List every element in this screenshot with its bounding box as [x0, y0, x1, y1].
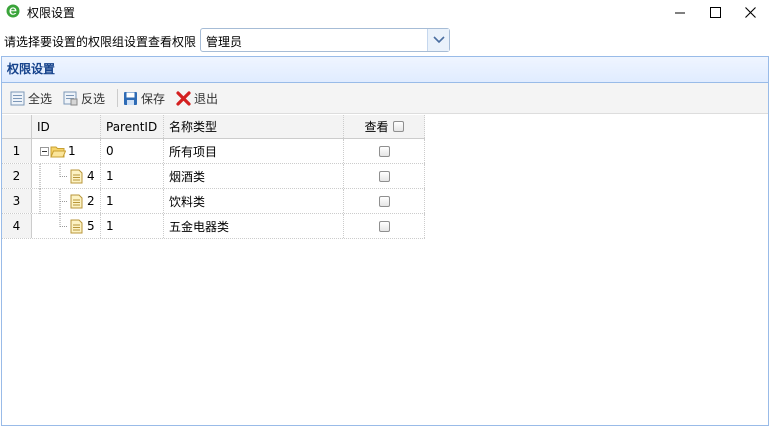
grid-header: ID ParentID 名称类型 查看 [2, 115, 425, 139]
column-header-name[interactable]: 名称类型 [164, 115, 344, 138]
table-row[interactable]: 4 5 1 五金电器类 [2, 214, 425, 239]
row-parent-id: 1 [101, 164, 164, 188]
view-checkbox[interactable] [378, 145, 390, 157]
column-header-parent-id[interactable]: ParentID [101, 115, 164, 138]
exit-label: 退出 [194, 91, 219, 106]
tree-branch-line [59, 214, 68, 227]
tree-cell: 1 [32, 139, 101, 163]
select-all-label: 全选 [28, 91, 53, 106]
view-checkbox[interactable] [378, 170, 390, 182]
ie-e-icon [6, 4, 20, 18]
row-parent-id: 0 [101, 139, 164, 163]
save-button[interactable]: 保存 [123, 88, 165, 108]
tree-cell: 4 [32, 164, 101, 189]
toolbar: 全选 反选 保存 退出 [2, 83, 768, 114]
view-checkbox[interactable] [378, 195, 390, 207]
row-number: 3 [2, 189, 32, 213]
row-parent-id: 1 [101, 189, 164, 213]
view-checkbox[interactable] [378, 220, 390, 232]
invert-selection-label: 反选 [81, 91, 106, 106]
column-header-view-label: 查看 [364, 120, 389, 134]
permission-group-row: 请选择要设置的权限组设置查看权限 管理员 [0, 24, 770, 54]
column-header-view[interactable]: 查看 [344, 115, 425, 138]
invert-selection-icon [63, 91, 78, 105]
tree-cell: 5 [32, 214, 101, 238]
row-id: 2 [87, 194, 95, 208]
tree-cell: 2 [32, 189, 101, 214]
row-view-cell [344, 164, 425, 188]
exit-x-icon [176, 90, 191, 106]
close-button[interactable] [732, 0, 768, 24]
row-id: 1 [68, 144, 76, 158]
close-icon [744, 6, 756, 18]
row-parent-id: 1 [101, 214, 164, 238]
permission-group-select[interactable]: 管理员 [200, 28, 450, 52]
chevron-down-icon [432, 36, 445, 44]
select-all-button[interactable]: 全选 [10, 88, 52, 108]
panel-title: 权限设置 [2, 57, 768, 83]
collapse-toggle-icon[interactable] [40, 146, 49, 156]
row-id: 4 [87, 169, 95, 183]
table-row[interactable]: 3 2 1 饮料类 [2, 189, 425, 214]
exit-button[interactable]: 退出 [176, 88, 218, 108]
select-all-icon [10, 91, 25, 105]
table-row[interactable]: 2 4 1 烟酒类 [2, 164, 425, 189]
row-number: 2 [2, 164, 32, 188]
document-icon [70, 194, 83, 209]
folder-open-icon [50, 146, 66, 157]
dropdown-arrow-button[interactable] [427, 29, 449, 51]
row-view-cell [344, 214, 425, 238]
save-icon [124, 91, 137, 105]
column-header-id[interactable]: ID [32, 115, 101, 138]
document-icon [70, 169, 83, 184]
row-name: 饮料类 [164, 189, 344, 213]
tree-branch-line [39, 189, 68, 214]
row-name: 烟酒类 [164, 164, 344, 188]
minimize-icon [674, 12, 685, 13]
row-number: 1 [2, 139, 32, 163]
row-number: 4 [2, 214, 32, 238]
toolbar-separator [117, 89, 118, 107]
invert-selection-button[interactable]: 反选 [63, 88, 105, 108]
window-title-bar: 权限设置 [0, 0, 770, 24]
permission-tree-grid: ID ParentID 名称类型 查看 1 1 0 所有项目 2 4 1 烟酒类… [2, 115, 425, 239]
minimize-button[interactable] [662, 0, 698, 24]
row-view-cell [344, 139, 425, 163]
maximize-icon [709, 6, 721, 18]
permission-panel: 权限设置 全选 反选 保存 退出 ID ParentID 名称类型 查看 1 1… [1, 56, 769, 426]
tree-branch-line [39, 164, 68, 189]
row-id: 5 [87, 219, 95, 233]
row-view-cell [344, 189, 425, 213]
document-icon [70, 219, 83, 234]
table-row[interactable]: 1 1 0 所有项目 [2, 139, 425, 164]
window-title: 权限设置 [27, 6, 76, 20]
row-number-header [2, 115, 32, 138]
permission-group-value: 管理员 [206, 35, 243, 49]
permission-group-label: 请选择要设置的权限组设置查看权限 [4, 35, 197, 49]
maximize-button[interactable] [697, 0, 733, 24]
row-name: 所有项目 [164, 139, 344, 163]
save-label: 保存 [141, 91, 166, 106]
view-all-checkbox[interactable] [392, 121, 404, 132]
row-name: 五金电器类 [164, 214, 344, 238]
